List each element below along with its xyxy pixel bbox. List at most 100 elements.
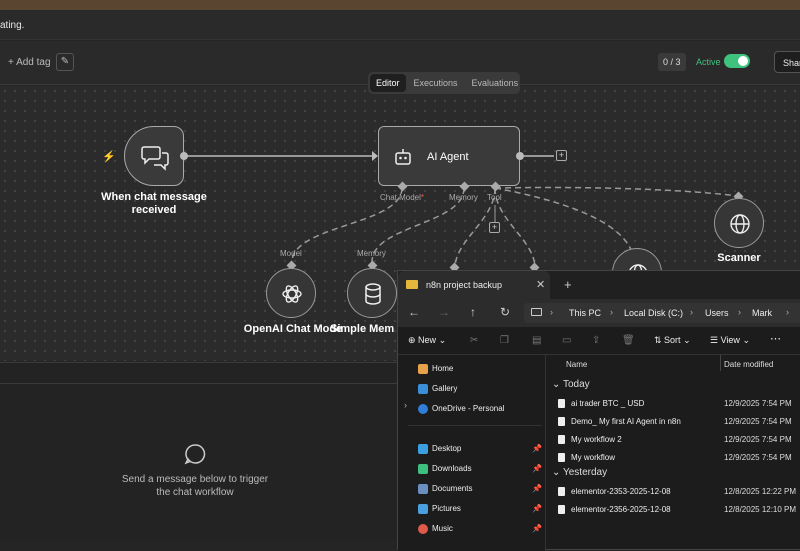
pin-icon: 📌 bbox=[532, 524, 542, 533]
file-name: elementor-2353-2025-12-08 bbox=[571, 487, 671, 496]
back-arrow-icon[interactable]: ← bbox=[408, 305, 420, 319]
nav-item-label: Gallery bbox=[432, 384, 458, 393]
chevron-right-icon: › bbox=[786, 307, 789, 317]
tool-port-label: Tool bbox=[487, 193, 502, 202]
required-marker: * bbox=[420, 193, 425, 202]
pin-icon: 📌 bbox=[532, 444, 542, 453]
chevron-right-icon[interactable]: › bbox=[404, 400, 407, 410]
share-icon[interactable]: ⇪ bbox=[592, 335, 600, 346]
globe-icon bbox=[730, 214, 750, 234]
pin-icon: 📌 bbox=[532, 464, 542, 473]
up-arrow-icon[interactable]: ↑ bbox=[470, 305, 476, 319]
nav-item-label: Home bbox=[432, 364, 454, 373]
chevron-right-icon: › bbox=[550, 307, 553, 317]
ai-agent-node[interactable]: AI Agent bbox=[378, 126, 520, 186]
explorer-nav-pane: Home Gallery › OneDrive - Personal Deskt… bbox=[398, 355, 546, 551]
trigger-node-label: When chat message received bbox=[96, 191, 212, 217]
nav-item-pictures[interactable]: Pictures 📌 bbox=[418, 501, 546, 519]
new-label: New bbox=[418, 335, 437, 345]
new-button[interactable]: ⊕ New ⌄ bbox=[408, 335, 446, 346]
add-tool-button[interactable]: + bbox=[489, 222, 500, 233]
file-name: Demo_ My first AI Agent in n8n bbox=[571, 417, 681, 426]
openai-chat-model-node[interactable] bbox=[266, 268, 316, 318]
scanner-node[interactable] bbox=[714, 198, 764, 248]
scanner-node-label: Scanner bbox=[717, 252, 761, 264]
column-header-date[interactable]: Date modified bbox=[724, 360, 773, 369]
file-row[interactable]: ai trader BTC _ USD 12/9/2025 7:54 PM bbox=[558, 396, 800, 412]
file-row[interactable]: elementor-2356-2025-12-08 12/8/2025 12:1… bbox=[558, 502, 800, 518]
breadcrumb-this-pc[interactable]: This PC bbox=[569, 308, 601, 318]
paste-icon[interactable]: ▤ bbox=[532, 335, 541, 346]
more-options-icon[interactable]: ⋯ bbox=[770, 332, 781, 345]
new-tab-icon[interactable]: + bbox=[564, 277, 572, 292]
file-name: ai trader BTC _ USD bbox=[571, 399, 645, 408]
trigger-bolt-icon: ⚡ bbox=[102, 151, 116, 163]
edit-icon[interactable]: ✎ bbox=[56, 53, 74, 71]
nav-item-gallery[interactable]: Gallery bbox=[418, 381, 546, 399]
add-tag-button[interactable]: + Add tag bbox=[8, 57, 51, 68]
chat-bubble-icon bbox=[184, 444, 206, 465]
refresh-icon[interactable]: ↻ bbox=[500, 305, 510, 319]
file-row[interactable]: Demo_ My first AI Agent in n8n 12/9/2025… bbox=[558, 414, 800, 430]
chat-bubbles-icon bbox=[141, 146, 169, 171]
group-header-today[interactable]: ⌄ Today bbox=[552, 379, 590, 390]
tab-executions[interactable]: Executions bbox=[408, 74, 464, 92]
tab-evaluations[interactable]: Evaluations bbox=[466, 74, 525, 92]
close-icon[interactable]: ✕ bbox=[536, 278, 545, 291]
view-tabs: Editor Executions Evaluations bbox=[368, 72, 520, 94]
nav-item-music[interactable]: Music 📌 bbox=[418, 521, 546, 539]
explorer-file-list: Name Date modified ⌄ Today ai trader BTC… bbox=[548, 355, 800, 551]
delete-icon[interactable]: 🗑 bbox=[622, 335, 635, 346]
address-bar[interactable]: › This PC › Local Disk (C:) › Users › Ma… bbox=[524, 303, 800, 323]
gallery-icon bbox=[418, 384, 428, 394]
nav-item-downloads[interactable]: Downloads 📌 bbox=[418, 461, 546, 479]
tab-editor[interactable]: Editor bbox=[370, 74, 406, 92]
view-label: View bbox=[720, 335, 740, 345]
nav-divider bbox=[408, 425, 542, 426]
share-button[interactable]: Shar bbox=[774, 51, 800, 73]
folder-icon bbox=[406, 280, 418, 289]
home-icon bbox=[418, 364, 428, 374]
nav-item-home[interactable]: Home bbox=[418, 361, 546, 379]
agent-add-next-button[interactable]: + bbox=[556, 150, 567, 161]
explorer-toolbar: ⊕ New ⌄ ✂ ❐ ▤ ▭ ⇪ 🗑 ⇅ Sort ⌄ ☰ View ⌄ ⋯ bbox=[398, 327, 800, 355]
file-row[interactable]: My workflow 12/9/2025 7:54 PM bbox=[558, 450, 800, 466]
trigger-output-port[interactable] bbox=[180, 152, 188, 160]
active-toggle[interactable] bbox=[724, 54, 750, 68]
nav-item-label: Desktop bbox=[432, 444, 462, 453]
file-row[interactable]: My workflow 2 12/9/2025 7:54 PM bbox=[558, 432, 800, 448]
sort-button[interactable]: ⇅ Sort ⌄ bbox=[654, 335, 691, 346]
column-header-name[interactable]: Name bbox=[566, 360, 587, 369]
pin-icon: 📌 bbox=[532, 504, 542, 513]
view-button[interactable]: ☰ View ⌄ bbox=[710, 335, 750, 346]
ai-agent-label: AI Agent bbox=[427, 151, 469, 163]
file-explorer-window: n8n project backup ✕ + ← → ↑ ↻ › This PC… bbox=[397, 270, 800, 551]
active-label: Active bbox=[696, 57, 721, 67]
chat-model-port-label: Chat Model* bbox=[380, 193, 424, 202]
file-date: 12/9/2025 7:54 PM bbox=[724, 435, 792, 444]
simple-memory-node[interactable] bbox=[347, 268, 397, 318]
file-icon bbox=[558, 505, 565, 514]
agent-output-port[interactable] bbox=[516, 152, 524, 160]
cut-icon[interactable]: ✂ bbox=[470, 335, 478, 346]
copy-icon[interactable]: ❐ bbox=[500, 335, 509, 346]
nav-item-desktop[interactable]: Desktop 📌 bbox=[418, 441, 546, 459]
file-row[interactable]: elementor-2353-2025-12-08 12/8/2025 12:2… bbox=[558, 484, 800, 500]
explorer-address-row: ← → ↑ ↻ › This PC › Local Disk (C:) › Us… bbox=[398, 299, 800, 327]
breadcrumb-mark[interactable]: Mark bbox=[752, 308, 772, 318]
monitor-icon bbox=[531, 308, 542, 316]
rename-icon[interactable]: ▭ bbox=[562, 335, 571, 346]
file-date: 12/9/2025 7:54 PM bbox=[724, 453, 792, 462]
nav-item-documents[interactable]: Documents 📌 bbox=[418, 481, 546, 499]
explorer-tabbar: n8n project backup ✕ + bbox=[398, 271, 800, 299]
chat-model-text: Chat Model bbox=[380, 193, 421, 202]
pictures-icon bbox=[418, 504, 428, 514]
breadcrumb-users[interactable]: Users bbox=[705, 308, 729, 318]
explorer-tab[interactable]: n8n project backup ✕ bbox=[398, 271, 550, 299]
forward-arrow-icon[interactable]: → bbox=[438, 305, 450, 319]
nav-item-onedrive[interactable]: OneDrive - Personal bbox=[418, 401, 546, 419]
chat-trigger-node[interactable] bbox=[124, 126, 184, 186]
column-divider bbox=[720, 355, 721, 371]
breadcrumb-local-disk[interactable]: Local Disk (C:) bbox=[624, 308, 683, 318]
group-header-yesterday[interactable]: ⌄ Yesterday bbox=[552, 467, 607, 478]
